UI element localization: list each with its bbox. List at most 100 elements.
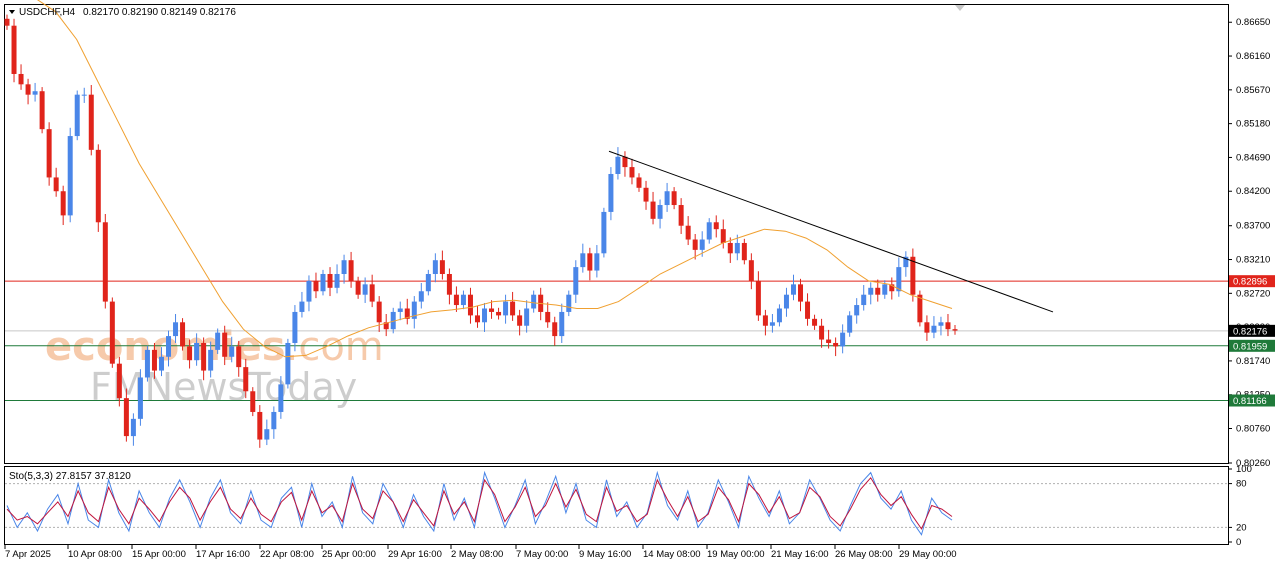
- watermark: economies.com FMNewsToday: [45, 324, 384, 409]
- stochastic-layer: [5, 470, 1228, 536]
- time-tick-label: 25 Apr 00:00: [322, 549, 376, 560]
- time-tick-label: 19 May 00:00: [707, 549, 765, 560]
- symbol-timeframe: USDCHF,H4: [19, 7, 76, 18]
- candle-body-up: [432, 260, 438, 275]
- candle-body-up: [208, 349, 214, 371]
- candle-body-down: [650, 201, 656, 219]
- ohlc-values: 0.82170 0.82190 0.82149 0.82176: [83, 7, 236, 18]
- candle-body-down: [4, 18, 10, 26]
- candle-body-up: [861, 294, 867, 306]
- candle-body-up: [278, 384, 284, 412]
- candle-body-down: [201, 342, 207, 371]
- candle-body-down: [805, 301, 811, 319]
- candle-body-up: [81, 94, 87, 96]
- candle-body-down: [826, 339, 832, 343]
- candle-body-down: [39, 91, 45, 130]
- stochastic-tick-label: 0: [1236, 537, 1241, 548]
- trendline[interactable]: [608, 150, 1054, 313]
- candle-body-up: [320, 274, 326, 292]
- scroll-marker-icon[interactable]: [955, 5, 965, 11]
- candle-body-up: [334, 274, 340, 288]
- candle-body-down: [446, 274, 452, 295]
- candle-body-up: [229, 346, 235, 357]
- moving-average-layer: [36, 0, 953, 358]
- candle-body-up: [580, 253, 586, 268]
- candle-body-down: [11, 25, 17, 74]
- candle-body-up: [734, 242, 740, 254]
- triangle-down-icon[interactable]: [9, 10, 15, 14]
- candle-body-up: [194, 342, 200, 361]
- time-tick-label: 7 Apr 2025: [5, 549, 51, 560]
- candle-body-up: [74, 94, 80, 137]
- candle-body-up: [418, 291, 424, 302]
- price-tag-label: 0.82896: [1233, 277, 1267, 288]
- chart-canvas[interactable]: economies.com FMNewsToday 0.86650 0.86160…: [0, 0, 1280, 567]
- candle-body-down: [376, 301, 382, 323]
- candle-body-up: [271, 411, 277, 430]
- candle-body-up: [67, 136, 73, 216]
- candle-body-up: [306, 280, 312, 302]
- candle-body-up: [769, 322, 775, 326]
- candle-body-down: [685, 225, 691, 240]
- candle-body-down: [151, 349, 157, 371]
- candle-body-down: [748, 260, 754, 281]
- candle-body-up: [840, 332, 846, 347]
- price-tick-label: 0.85670: [1236, 85, 1270, 96]
- price-tag-label: 0.81166: [1233, 396, 1267, 407]
- candle-body-down: [236, 346, 242, 368]
- candle-body-up: [790, 284, 796, 295]
- candle-body-down: [116, 363, 122, 399]
- candle-body-down: [88, 94, 94, 150]
- candle-body-down: [496, 311, 502, 316]
- candle-body-up: [706, 222, 712, 240]
- candle-body-down: [833, 342, 839, 347]
- candle-body-down: [727, 242, 733, 254]
- candle-body-down: [109, 301, 115, 364]
- time-tick-label: 29 Apr 16:00: [388, 549, 442, 560]
- stochastic-axis: 100 80 20 0: [1228, 464, 1252, 548]
- time-tick-label: 21 May 16:00: [771, 549, 829, 560]
- candle-body-down: [348, 260, 354, 281]
- candle-body-down: [910, 256, 916, 295]
- time-tick-label: 26 May 08:00: [835, 549, 893, 560]
- stochastic-main-line: [6, 470, 953, 536]
- candle-body-up: [938, 322, 944, 326]
- candle-body-up: [425, 274, 431, 292]
- candle-body-up: [783, 294, 789, 309]
- price-tick-label: 0.83210: [1236, 255, 1270, 266]
- candle-body-down: [924, 322, 930, 333]
- candle-body-down: [798, 284, 804, 302]
- candle-body-down: [313, 280, 319, 292]
- candle-body-up: [32, 91, 38, 95]
- price-tick-label: 0.80760: [1236, 424, 1270, 435]
- candle-body-down: [812, 318, 818, 326]
- candle-body-up: [292, 311, 298, 343]
- candle-body-up: [573, 267, 579, 295]
- candle-body-down: [243, 367, 249, 392]
- candle-body-up: [594, 253, 600, 271]
- time-tick-label: 9 May 16:00: [579, 549, 631, 560]
- candle-body-up: [158, 356, 164, 371]
- trendline-layer[interactable]: [608, 150, 1054, 313]
- candle-body-down: [678, 205, 684, 226]
- candle-body-down: [545, 311, 551, 323]
- time-tick-label: 22 Apr 08:00: [260, 549, 314, 560]
- candle-body-down: [123, 398, 129, 437]
- candle-body-down: [552, 322, 558, 337]
- candle-body-up: [566, 294, 572, 312]
- candle-body-down: [671, 191, 677, 206]
- price-tick-label: 0.86160: [1236, 51, 1270, 62]
- candle-body-up: [130, 418, 136, 437]
- indicator-panel-frame: [4, 466, 1229, 545]
- candle-body-down: [875, 287, 881, 295]
- candle-body-up: [699, 239, 705, 250]
- candle-body-down: [355, 280, 361, 295]
- candle-body-up: [503, 301, 509, 316]
- candle-body-down: [453, 294, 459, 306]
- candle-body-down: [180, 322, 186, 347]
- candle-body-down: [222, 332, 228, 357]
- price-tag-label: 0.82176: [1233, 326, 1267, 337]
- candle-body-up: [868, 287, 874, 295]
- candle-body-up: [776, 308, 782, 323]
- candle-body-up: [215, 332, 221, 350]
